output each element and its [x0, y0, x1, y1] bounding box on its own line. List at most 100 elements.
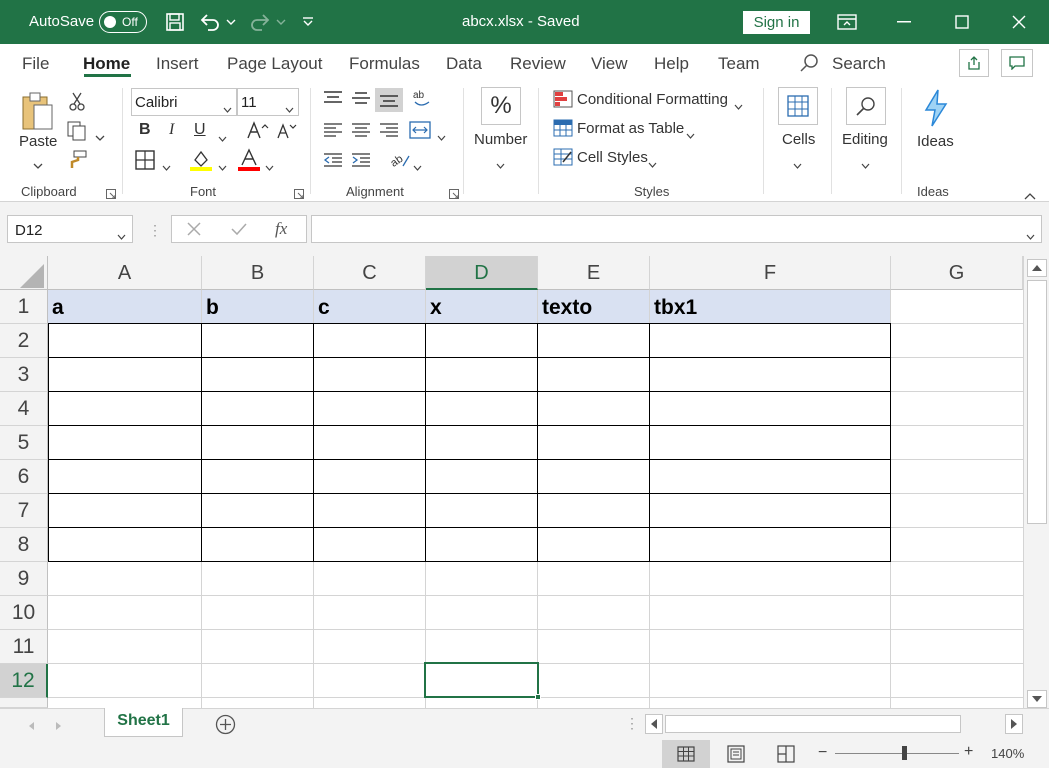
save-icon[interactable]: [163, 10, 187, 34]
format-as-table-dropdown-icon[interactable]: [686, 126, 695, 144]
cell-styles-dropdown-icon[interactable]: [648, 155, 657, 173]
undo-icon[interactable]: [198, 10, 222, 34]
row-header-7[interactable]: 7: [0, 494, 48, 528]
editing-label[interactable]: Editing: [842, 131, 888, 148]
underline-button[interactable]: U: [194, 121, 206, 139]
decrease-indent-icon[interactable]: [323, 152, 343, 173]
ideas-button[interactable]: Ideas: [917, 133, 954, 150]
page-layout-view-icon[interactable]: [727, 745, 745, 768]
font-color-dropdown-icon[interactable]: [265, 158, 274, 176]
text-direction-dropdown-icon[interactable]: [413, 158, 422, 176]
tab-view[interactable]: View: [591, 54, 628, 74]
previous-sheet-icon[interactable]: [27, 718, 35, 736]
row-header-5[interactable]: 5: [0, 426, 48, 460]
select-all-corner[interactable]: [0, 256, 48, 290]
ideas-lightning-icon[interactable]: [920, 88, 952, 133]
zoom-in-icon[interactable]: +: [964, 743, 973, 761]
vertical-scrollbar[interactable]: [1023, 256, 1049, 708]
row-header-2[interactable]: 2: [0, 324, 48, 358]
column-header-d[interactable]: D: [426, 256, 538, 290]
zoom-slider-track[interactable]: [835, 753, 959, 754]
align-right-icon[interactable]: [379, 122, 399, 143]
tab-team[interactable]: Team: [718, 54, 760, 74]
font-size-dropdown-icon[interactable]: [285, 100, 294, 117]
redo-icon[interactable]: [248, 10, 272, 34]
cells-icon[interactable]: [778, 87, 818, 125]
underline-dropdown-icon[interactable]: [218, 129, 227, 147]
row-header-8[interactable]: 8: [0, 528, 48, 562]
align-center-icon[interactable]: [351, 122, 371, 143]
font-size-box[interactable]: 11: [237, 88, 299, 116]
tab-formulas[interactable]: Formulas: [349, 54, 420, 74]
sign-in-button[interactable]: Sign in: [743, 11, 810, 34]
cell-f1[interactable]: tbx1: [650, 290, 891, 324]
cancel-entry-icon[interactable]: [187, 222, 201, 240]
sheet-tab-sheet1[interactable]: Sheet1: [104, 708, 183, 737]
formula-input[interactable]: [311, 215, 1042, 243]
row-header-13[interactable]: [0, 698, 48, 708]
column-header-b[interactable]: B: [202, 256, 314, 290]
middle-align-icon[interactable]: [351, 90, 371, 111]
scroll-down-icon[interactable]: [1027, 690, 1047, 708]
cell-b1[interactable]: b: [202, 290, 314, 324]
row-header-10[interactable]: 10: [0, 596, 48, 630]
horizontal-scroll-thumb[interactable]: [665, 715, 961, 733]
tab-page-layout[interactable]: Page Layout: [227, 54, 322, 74]
font-name-box[interactable]: Calibri: [131, 88, 237, 116]
column-header-a[interactable]: A: [48, 256, 202, 290]
cells-label[interactable]: Cells: [782, 131, 815, 148]
close-icon[interactable]: [1007, 10, 1031, 34]
fill-handle[interactable]: [535, 694, 541, 700]
zoom-out-icon[interactable]: −: [818, 744, 827, 762]
borders-dropdown-icon[interactable]: [162, 158, 171, 176]
number-format-icon[interactable]: %: [481, 87, 521, 125]
copy-icon[interactable]: [66, 121, 88, 146]
tab-split-grip-icon[interactable]: ⋮: [625, 715, 639, 732]
editing-icon[interactable]: [846, 87, 886, 125]
bottom-align-icon[interactable]: [375, 88, 403, 112]
scroll-left-icon[interactable]: [645, 714, 663, 734]
cells-dropdown-icon[interactable]: [793, 156, 802, 174]
tab-home[interactable]: Home: [83, 54, 130, 74]
cell-a1[interactable]: a: [48, 290, 202, 324]
ribbon-display-options-icon[interactable]: [835, 10, 859, 34]
paste-icon[interactable]: [18, 88, 58, 136]
redo-dropdown-icon[interactable]: [274, 10, 288, 34]
expand-formula-bar-icon[interactable]: [1026, 227, 1035, 244]
number-label[interactable]: Number: [474, 131, 527, 148]
zoom-slider-thumb[interactable]: [902, 746, 907, 760]
paste-dropdown-icon[interactable]: [33, 156, 43, 174]
column-header-c[interactable]: C: [314, 256, 426, 290]
merge-dropdown-icon[interactable]: [437, 128, 446, 146]
row-header-3[interactable]: 3: [0, 358, 48, 392]
enter-icon[interactable]: [231, 222, 247, 240]
font-name-dropdown-icon[interactable]: [223, 100, 232, 117]
active-cell-d12[interactable]: [424, 662, 539, 698]
normal-view-icon[interactable]: [662, 740, 710, 768]
top-align-icon[interactable]: [323, 90, 343, 111]
conditional-formatting-icon[interactable]: [553, 90, 573, 113]
conditional-formatting-button[interactable]: Conditional Formatting: [577, 91, 728, 108]
format-painter-icon[interactable]: [66, 149, 88, 174]
insert-function-button[interactable]: fx: [275, 219, 287, 239]
cell-c1[interactable]: c: [314, 290, 426, 324]
align-left-icon[interactable]: [323, 122, 343, 143]
copy-dropdown-icon[interactable]: [95, 128, 105, 146]
merge-center-icon[interactable]: [409, 121, 431, 144]
customize-toolbar-icon[interactable]: [296, 10, 320, 34]
decrease-font-size-icon[interactable]: [276, 120, 298, 145]
horizontal-scrollbar[interactable]: [645, 714, 1023, 734]
search-box[interactable]: Search: [832, 54, 886, 74]
column-header-g[interactable]: G: [891, 256, 1023, 290]
conditional-formatting-dropdown-icon[interactable]: [734, 97, 743, 115]
format-as-table-button[interactable]: Format as Table: [577, 120, 684, 137]
number-dropdown-icon[interactable]: [496, 156, 505, 174]
text-direction-icon[interactable]: ab: [388, 150, 411, 175]
maximize-icon[interactable]: [950, 10, 974, 34]
bold-button[interactable]: B: [139, 121, 151, 139]
row-header-9[interactable]: 9: [0, 562, 48, 596]
tab-data[interactable]: Data: [446, 54, 482, 74]
vertical-scroll-thumb[interactable]: [1027, 280, 1047, 524]
page-break-preview-icon[interactable]: [777, 745, 795, 768]
name-box-dropdown-icon[interactable]: [117, 227, 126, 244]
